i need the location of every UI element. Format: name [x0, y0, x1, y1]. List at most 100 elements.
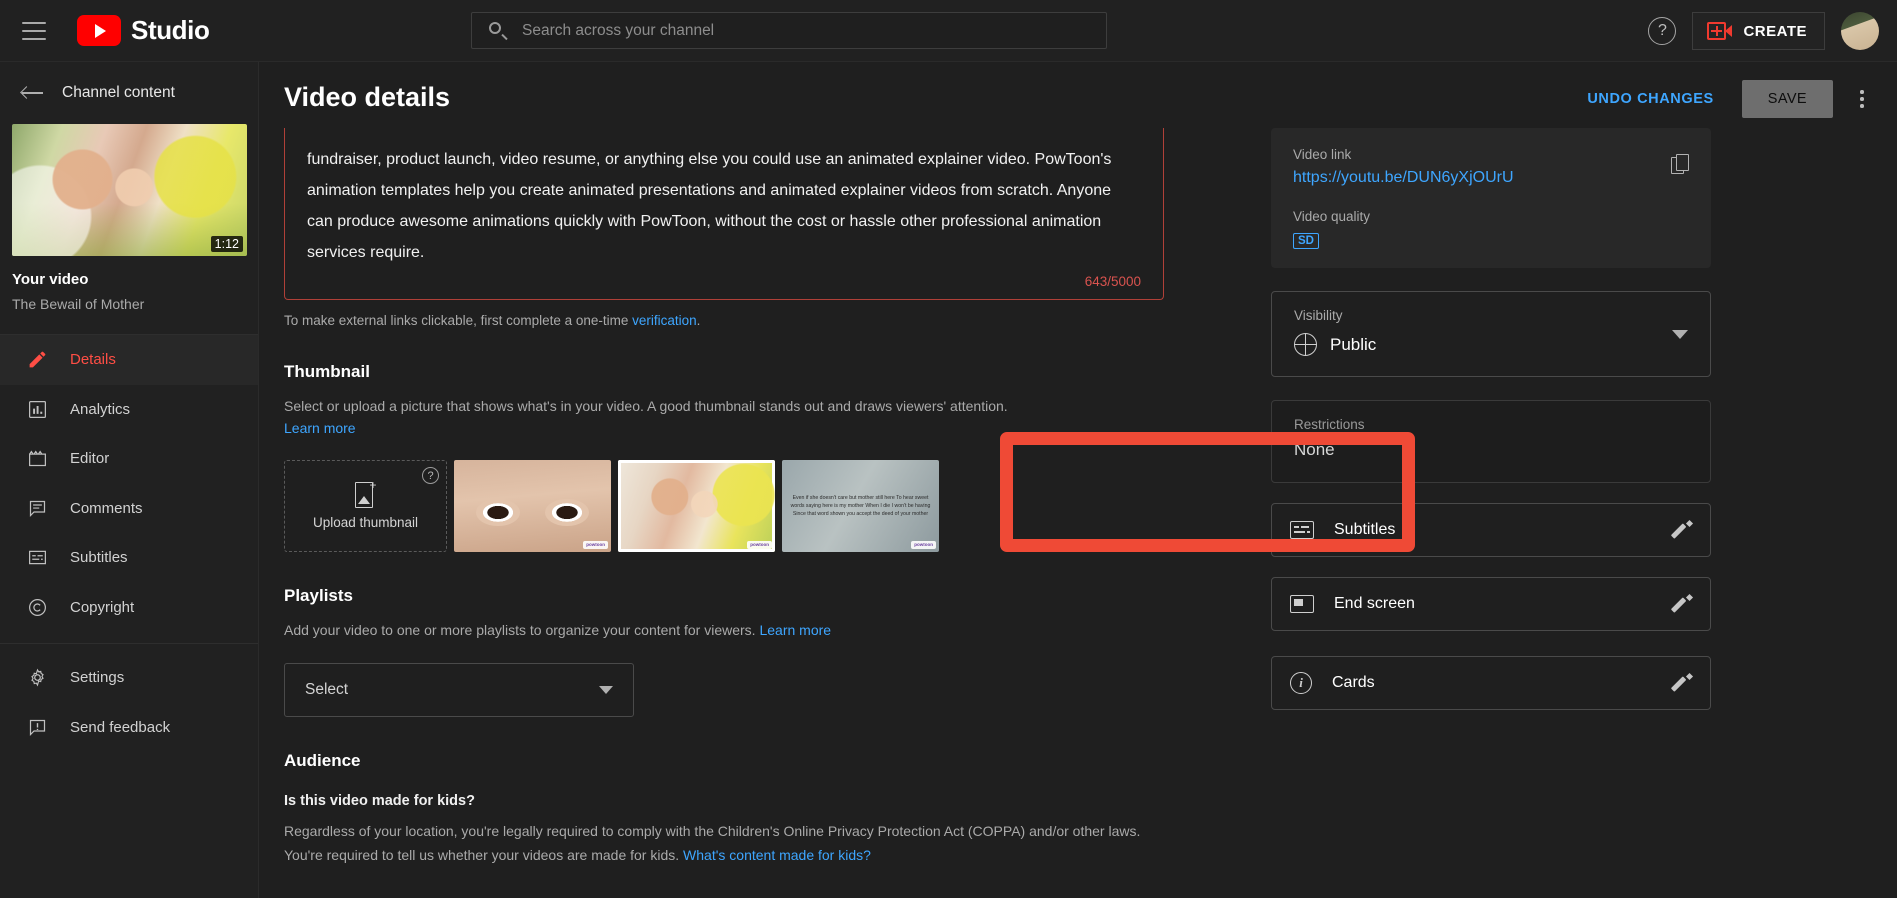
video-link-card: Video link https://youtu.be/DUN6yXjOUrU …: [1271, 128, 1711, 268]
sidebar-nav: Details Analytics Editor Comments Subtit…: [0, 334, 258, 752]
youtube-studio-app: Studio ? CREATE Channel content: [0, 0, 1897, 898]
subtitles-label: Subtitles: [1334, 521, 1396, 538]
info-icon: i: [1290, 672, 1312, 694]
pencil-icon: [25, 347, 50, 372]
bar-chart-icon: [25, 397, 50, 422]
details-column: fundraiser, product launch, video resume…: [284, 128, 1164, 867]
upload-thumbnail-label: Upload thumbnail: [312, 515, 419, 530]
gear-icon: [25, 665, 50, 690]
chevron-down-icon[interactable]: [1672, 330, 1688, 339]
sidebar-item-label: Editor: [70, 450, 110, 468]
subtitles-icon: [1290, 521, 1314, 539]
copy-icon[interactable]: [1671, 154, 1689, 175]
sidebar-item-details[interactable]: Details: [0, 335, 258, 385]
video-preview-card: 1:12: [0, 124, 258, 256]
video-thumbnail[interactable]: 1:12: [12, 124, 247, 256]
side-panel: Video link https://youtu.be/DUN6yXjOUrU …: [1271, 128, 1711, 710]
pencil-icon[interactable]: [1670, 593, 1694, 614]
chevron-down-icon: [599, 686, 613, 694]
copyright-icon: [25, 595, 50, 620]
verification-note-text: To make external links clickable, first …: [284, 313, 633, 328]
restrictions-value: None: [1294, 440, 1335, 459]
video-link-label: Video link: [1293, 147, 1352, 162]
end-screen-icon: [1290, 595, 1314, 613]
sidebar-item-label: Details: [70, 351, 116, 369]
help-icon[interactable]: ?: [1648, 17, 1677, 45]
video-quality-badge: SD: [1293, 233, 1319, 249]
visibility-value: Public: [1330, 334, 1377, 354]
thumbnail-option-quote[interactable]: Even if she doesn't care but mother stil…: [782, 460, 939, 552]
search-box[interactable]: [471, 12, 1107, 49]
comment-icon: [25, 496, 50, 521]
thumbnail-option-kiss[interactable]: powtoon: [618, 460, 775, 552]
pencil-icon[interactable]: [1670, 519, 1694, 540]
playlists-description-text: Add your video to one or more playlists …: [284, 622, 760, 638]
thumbnail-learn-more-link[interactable]: Learn more: [284, 420, 356, 436]
hamburger-icon[interactable]: [22, 21, 46, 40]
visibility-card[interactable]: Visibility Public: [1271, 291, 1711, 377]
sidebar-item-label: Subtitles: [70, 549, 128, 567]
description-field[interactable]: fundraiser, product launch, video resume…: [284, 128, 1164, 300]
kebab-menu-icon[interactable]: [1845, 82, 1879, 116]
cards-label: Cards: [1332, 674, 1375, 691]
search-input[interactable]: [522, 21, 1106, 40]
video-link-url[interactable]: https://youtu.be/DUN6yXjOUrU: [1293, 169, 1689, 187]
powtoon-watermark: powtoon: [583, 541, 608, 549]
thumbnail-option-eyes[interactable]: powtoon: [454, 460, 611, 552]
sidebar-item-label: Analytics: [70, 400, 131, 418]
subtitles-feature-row[interactable]: Subtitles: [1271, 503, 1711, 557]
back-to-channel-content-button[interactable]: Channel content: [0, 62, 258, 124]
image-upload-icon: +: [354, 479, 377, 508]
thumbnail-options-row: ? + Upload thumbnail powtoon powtoon Eve…: [284, 460, 1164, 552]
verification-link[interactable]: verification: [632, 313, 697, 328]
sidebar-item-editor[interactable]: Editor: [0, 434, 258, 484]
audience-question: Is this video made for kids?: [284, 793, 475, 809]
sidebar-item-analytics[interactable]: Analytics: [0, 385, 258, 435]
create-button-label: CREATE: [1743, 22, 1807, 40]
description-char-count: 643/5000: [1084, 274, 1141, 289]
top-bar: Studio ? CREATE: [0, 0, 1897, 62]
page-header-actions: UNDO CHANGES SAVE: [1571, 80, 1879, 118]
avatar[interactable]: [1841, 12, 1879, 50]
sidebar-bottom-nav: Settings Send feedback: [0, 653, 258, 752]
studio-logo[interactable]: Studio: [77, 15, 210, 46]
sidebar-item-send-feedback[interactable]: Send feedback: [0, 703, 258, 753]
save-button[interactable]: SAVE: [1741, 80, 1833, 118]
search-icon: [488, 21, 508, 41]
page-title: Video details: [284, 82, 451, 112]
sidebar-item-settings[interactable]: Settings: [0, 653, 258, 703]
clapperboard-icon: [25, 446, 50, 471]
search-bar: [471, 12, 1107, 49]
pencil-icon[interactable]: [1670, 672, 1694, 693]
powtoon-watermark: powtoon: [911, 541, 936, 549]
undo-changes-button[interactable]: UNDO CHANGES: [1571, 81, 1729, 117]
playlist-select[interactable]: Select: [284, 663, 634, 717]
create-button[interactable]: CREATE: [1692, 12, 1825, 50]
sidebar-item-comments[interactable]: Comments: [0, 484, 258, 534]
thumbnail-quote-text: Even if she doesn't care but mother stil…: [790, 495, 931, 517]
your-video-label: Your video: [12, 271, 89, 288]
upload-thumbnail-button[interactable]: ? + Upload thumbnail: [284, 460, 447, 552]
question-mark-icon[interactable]: ?: [422, 467, 439, 484]
powtoon-watermark: powtoon: [747, 541, 772, 549]
audience-heading: Audience: [284, 751, 361, 770]
video-quality-label: Video quality: [1293, 209, 1371, 224]
main-content: fundraiser, product launch, video resume…: [259, 128, 1897, 898]
video-title: The Bewail of Mother: [12, 296, 145, 312]
playlists-learn-more-link[interactable]: Learn more: [759, 622, 831, 638]
sidebar-item-label: Comments: [70, 499, 143, 517]
thumbnail-heading: Thumbnail: [284, 362, 370, 381]
playlists-description: Add your video to one or more playlists …: [284, 619, 1164, 641]
end-screen-label: End screen: [1334, 595, 1415, 612]
sidebar-item-subtitles[interactable]: Subtitles: [0, 533, 258, 583]
end-screen-feature-row[interactable]: End screen: [1271, 577, 1711, 631]
description-text: fundraiser, product launch, video resume…: [307, 151, 1112, 261]
sidebar-divider: [0, 643, 258, 644]
thumbnail-description: Select or upload a picture that shows wh…: [284, 395, 1164, 439]
top-bar-actions: ? CREATE: [1648, 0, 1879, 62]
verification-note-tail: .: [696, 313, 701, 328]
video-duration: 1:12: [210, 236, 243, 252]
sidebar-item-copyright[interactable]: Copyright: [0, 583, 258, 633]
audience-legal-link[interactable]: What's content made for kids?: [683, 847, 871, 863]
cards-feature-row[interactable]: i Cards: [1271, 656, 1711, 710]
